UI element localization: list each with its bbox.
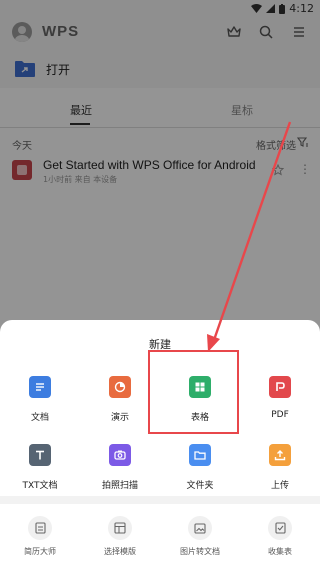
grid-label: 拍照扫描 (101, 481, 138, 491)
grid-label: 文档 (30, 413, 49, 423)
presentation-icon (109, 376, 131, 398)
upload-icon (269, 444, 291, 466)
form-tool-button[interactable]: 收集表 (240, 516, 320, 564)
tool-label: 选择模版 (104, 547, 136, 556)
annotation-highlight-box (148, 350, 239, 434)
grid-label: TXT文档 (22, 481, 58, 491)
new-pdf-button[interactable]: PDF (240, 376, 320, 440)
camera-icon (109, 444, 131, 466)
image-to-doc-icon (188, 516, 212, 540)
template-tool-button[interactable]: 选择模版 (80, 516, 160, 564)
pdf-icon (269, 376, 291, 398)
document-icon (29, 376, 51, 398)
new-document-button[interactable]: 文档 (0, 376, 80, 440)
txt-icon (29, 444, 51, 466)
grid-label: 文件夹 (186, 481, 214, 491)
image-to-doc-tool-button[interactable]: 图片转文档 (160, 516, 240, 564)
tool-label: 简历大师 (24, 547, 56, 556)
tool-label: 图片转文档 (180, 547, 220, 556)
tool-label: 收集表 (268, 547, 292, 556)
template-icon (108, 516, 132, 540)
resume-icon (28, 516, 52, 540)
grid-label: PDF (271, 410, 289, 420)
folder-icon (189, 444, 211, 466)
grid-label: 上传 (270, 481, 289, 491)
sheet-divider (0, 496, 320, 504)
form-icon (268, 516, 292, 540)
resume-tool-button[interactable]: 简历大师 (0, 516, 80, 564)
